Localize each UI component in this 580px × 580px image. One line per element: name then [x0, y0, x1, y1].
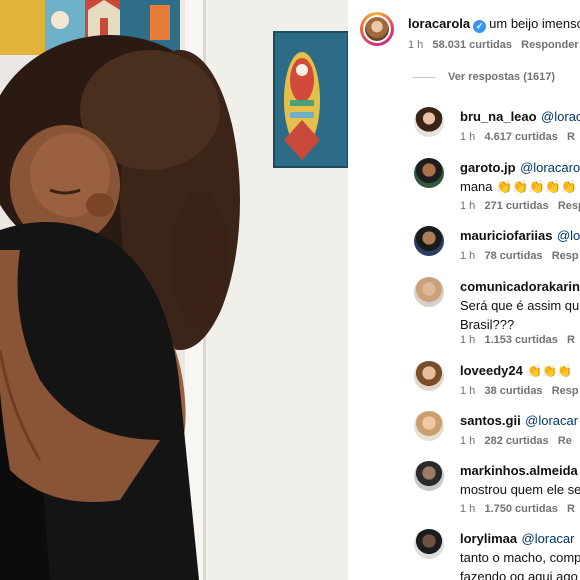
comment-reply-button[interactable]: R — [567, 334, 575, 346]
comment-time: 1 h — [460, 131, 476, 143]
commenter-avatar[interactable] — [414, 226, 444, 256]
hug-photo-illustration — [0, 0, 348, 580]
comments-panel: loracarola✓um beijo imensos 1 h 58.031 c… — [348, 0, 580, 580]
comment-text-line: Brasil??? — [460, 317, 515, 332]
post-time: 1 h — [408, 39, 424, 51]
comment-likes[interactable]: 1.750 curtidas — [484, 503, 557, 515]
commenter-username[interactable]: mauriciofariias — [460, 228, 553, 243]
commenter-username[interactable]: bru_na_leao — [460, 109, 537, 124]
comment-mention: @loracar — [521, 531, 575, 546]
comment-reply-button[interactable]: R — [567, 503, 575, 515]
commenter-username[interactable]: garoto.jp — [460, 160, 516, 175]
comment-text-line: tanto o macho, comp — [460, 550, 580, 565]
commenter-avatar[interactable] — [414, 461, 444, 491]
author-avatar[interactable] — [360, 12, 394, 46]
comment-mention: @loracarola — [520, 160, 580, 175]
commenter-username[interactable]: loveedy24 — [460, 363, 523, 378]
comment-likes[interactable]: 1.153 curtidas — [484, 334, 557, 346]
author-username[interactable]: loracarola — [408, 16, 470, 31]
comment-text: @lo — [556, 228, 580, 243]
comment-time: 1 h — [460, 200, 476, 212]
comment-reply-button[interactable]: R — [567, 131, 575, 143]
view-replies-label: Ver respostas (1617) — [448, 71, 556, 83]
comment-text: 👏👏👏 — [527, 364, 573, 378]
comment-text: mostrou quem ele se — [460, 482, 580, 497]
replies-divider — [412, 76, 436, 78]
comment-likes[interactable]: 38 curtidas — [484, 385, 542, 397]
commenter-username[interactable]: lorylimaa — [460, 531, 517, 546]
comment-text: @loraca — [541, 109, 580, 124]
comment-likes[interactable]: 78 curtidas — [484, 250, 542, 262]
post-photo — [0, 0, 348, 580]
comment-likes[interactable]: 271 curtidas — [484, 200, 548, 212]
comment-reply-button[interactable]: Resp — [552, 250, 579, 262]
comment-likes[interactable]: 282 curtidas — [484, 435, 548, 447]
comment-time: 1 h — [460, 435, 476, 447]
comment-text-line: fazendo oq aqui ago — [460, 569, 578, 580]
commenter-avatar[interactable] — [414, 277, 444, 307]
comment-time: 1 h — [460, 334, 476, 346]
comment-time: 1 h — [460, 250, 476, 262]
post-caption: loracarola✓um beijo imensos 1 h 58.031 c… — [360, 12, 580, 51]
commenter-username[interactable]: comunicadorakarin — [460, 279, 580, 294]
post-likes[interactable]: 58.031 curtidas — [432, 39, 512, 51]
comment-reply-button[interactable]: Resp — [558, 200, 580, 212]
reply-button[interactable]: Responder — [521, 39, 578, 51]
comment-reply-button[interactable]: Re — [558, 435, 572, 447]
view-replies-button[interactable]: Ver respostas (1617) — [412, 71, 555, 83]
verified-badge-icon: ✓ — [473, 20, 487, 33]
commenter-avatar[interactable] — [414, 158, 444, 188]
commenter-avatar[interactable] — [414, 411, 444, 441]
commenter-username[interactable]: markinhos.almeida — [460, 463, 578, 478]
comment-time: 1 h — [460, 503, 476, 515]
comment-text: mana 👏👏👏👏👏 — [460, 179, 578, 194]
commenter-avatar[interactable] — [414, 529, 444, 559]
commenter-username[interactable]: santos.gii — [460, 413, 521, 428]
comment-likes[interactable]: 4.617 curtidas — [484, 131, 557, 143]
comment-text: @loracar — [525, 413, 579, 428]
commenter-avatar[interactable] — [414, 361, 444, 391]
commenter-avatar[interactable] — [414, 107, 444, 137]
comment-time: 1 h — [460, 385, 476, 397]
comment-reply-button[interactable]: Resp — [552, 385, 579, 397]
comment-text-line: Será que é assim qu — [460, 298, 580, 313]
caption-text: um beijo imensos — [489, 16, 580, 31]
